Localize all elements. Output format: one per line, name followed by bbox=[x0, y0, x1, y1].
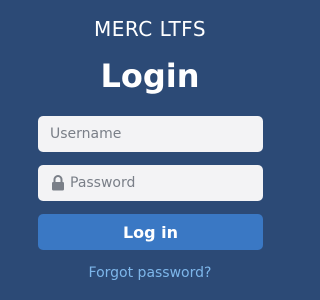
lock-icon bbox=[52, 175, 64, 191]
forgot-password-link[interactable]: Forgot password? bbox=[0, 264, 300, 282]
login-screen: MERC LTFS Login Log in Forgot password? bbox=[0, 0, 300, 300]
password-input[interactable] bbox=[70, 165, 263, 201]
app-name: MERC LTFS bbox=[93, 17, 207, 41]
username-input[interactable] bbox=[50, 116, 263, 152]
page-title: Login bbox=[100, 57, 200, 95]
login-button[interactable]: Log in bbox=[38, 214, 263, 250]
username-field-container bbox=[38, 116, 263, 152]
password-field-container bbox=[38, 165, 263, 201]
